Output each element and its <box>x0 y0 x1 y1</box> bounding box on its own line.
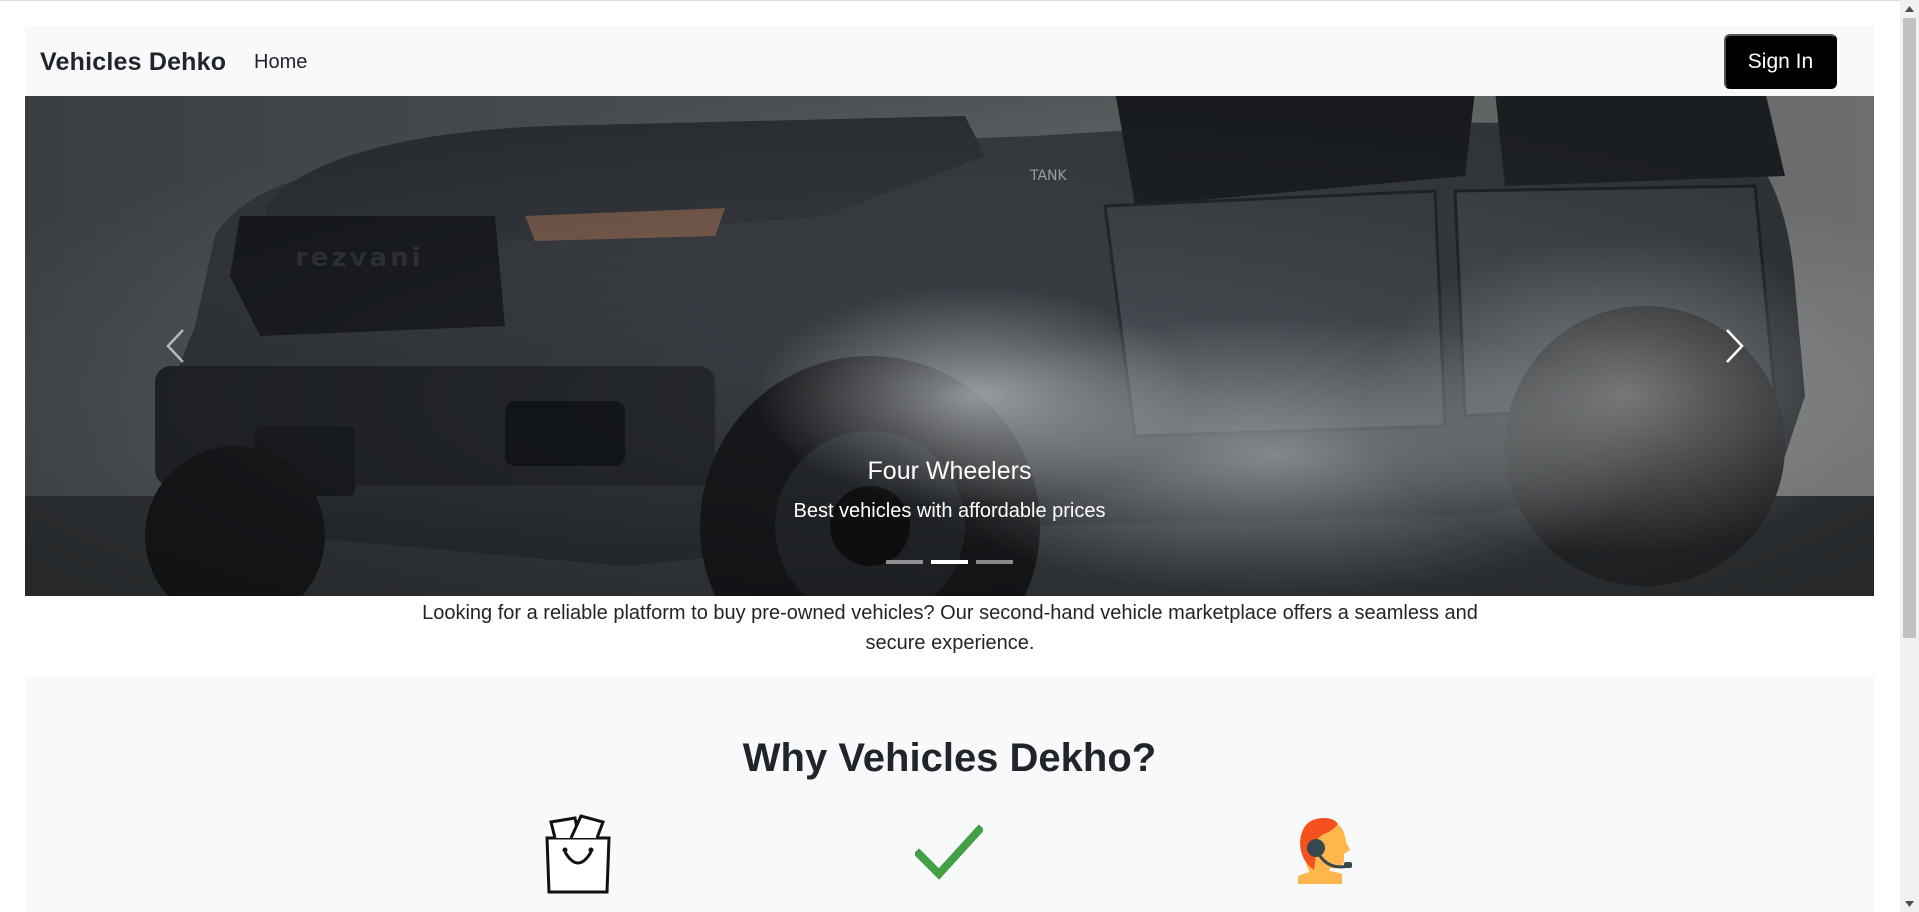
shopping-bag-icon <box>545 814 611 894</box>
nav-link-home[interactable]: Home <box>254 51 307 74</box>
carousel-caption-text: Best vehicles with affordable prices <box>793 500 1106 522</box>
brand-logo[interactable]: Vehicles Dehko <box>40 48 226 77</box>
page: Vehicles Dehko Home Sign In Four Wheeler… <box>0 0 1900 912</box>
sign-in-button[interactable]: Sign In <box>1724 34 1837 89</box>
support-agent-icon <box>1298 818 1352 884</box>
why-title: Why Vehicles Dekho? <box>742 736 1157 780</box>
carousel-indicators <box>25 560 1874 564</box>
scroll-up-arrow-icon[interactable] <box>1900 0 1919 17</box>
carousel-indicator-3[interactable] <box>976 560 1013 564</box>
scrollbar-thumb[interactable] <box>1903 18 1916 638</box>
checkmark-icon <box>915 824 983 880</box>
carousel-caption-title: Four Wheelers <box>867 457 1032 485</box>
hero-carousel: rezvani TANK <box>25 96 1874 596</box>
scroll-down-arrow-icon[interactable] <box>1900 895 1919 912</box>
intro-text: Looking for a reliable platform to buy p… <box>422 602 1478 654</box>
navbar: Vehicles Dehko Home Sign In <box>25 26 1874 96</box>
carousel-prev-button[interactable] <box>155 316 195 376</box>
chevron-right-icon <box>1726 329 1744 363</box>
carousel-next-button[interactable] <box>1715 316 1755 376</box>
carousel-indicator-1[interactable] <box>886 560 923 564</box>
why-section: Why Vehicles Dekho? <box>25 676 1874 912</box>
page-scrollbar[interactable] <box>1900 0 1919 912</box>
chevron-left-icon <box>166 329 184 363</box>
carousel-indicator-2[interactable] <box>931 560 968 564</box>
